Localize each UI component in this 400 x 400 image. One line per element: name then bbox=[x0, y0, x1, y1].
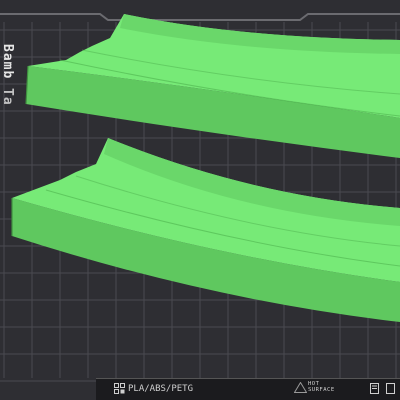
surface-label: HOT SURFACE bbox=[308, 381, 344, 393]
3d-viewport[interactable]: Bamb Ta PLA/ABS/PETG HOT SURFACE bbox=[0, 0, 400, 400]
plate-brand-line2: Ta bbox=[0, 88, 15, 106]
document-icon bbox=[386, 383, 397, 394]
spool-grid-icon bbox=[114, 383, 125, 394]
surface-line2: SURFACE bbox=[308, 387, 335, 393]
plate-more[interactable] bbox=[386, 383, 397, 394]
plate-document[interactable] bbox=[370, 383, 381, 394]
plate-brand-line1: Bamb bbox=[0, 44, 15, 80]
plate-info-bar: PLA/ABS/PETG HOT SURFACE bbox=[96, 378, 400, 400]
warning-triangle-icon bbox=[293, 381, 308, 393]
document-icon bbox=[370, 383, 381, 394]
build-plate-scene[interactable] bbox=[0, 0, 400, 400]
filament-label: PLA/ABS/PETG bbox=[128, 383, 194, 394]
surface-info[interactable]: HOT SURFACE bbox=[293, 381, 344, 393]
plate-brand-label: Bamb Ta bbox=[0, 44, 15, 106]
filament-info[interactable]: PLA/ABS/PETG bbox=[114, 383, 193, 394]
